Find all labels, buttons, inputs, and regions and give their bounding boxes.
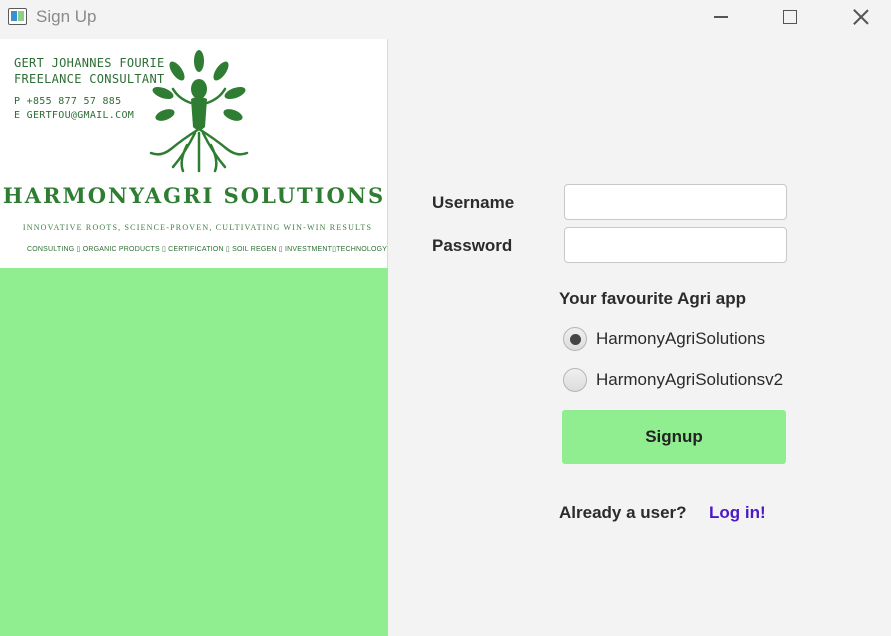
close-icon	[853, 9, 869, 25]
signup-button[interactable]: Signup	[562, 410, 786, 464]
window-title: Sign Up	[36, 7, 97, 26]
title-bar: Sign Up	[0, 0, 891, 34]
radio-option-label[interactable]: HarmonyAgriSolutions	[596, 329, 765, 349]
contact-phone: P +855 877 57 885	[14, 96, 122, 107]
services-list: CONSULTING ▯ ORGANIC PRODUCTS ▯ CERTIFIC…	[27, 246, 388, 253]
contact-name: GERT JOHANNES FOURIE	[14, 56, 165, 70]
radio-option-harmonyagrisolutions[interactable]: HarmonyAgriSolutions	[563, 327, 765, 351]
contact-role: FREELANCE CONSULTANT	[14, 72, 165, 86]
company-tagline: INNOVATIVE ROOTS, SCIENCE-PROVEN, CULTIV…	[22, 223, 373, 232]
company-name: HARMONYAGRI SOLUTIONS	[2, 183, 386, 208]
app-window-icon	[8, 8, 27, 25]
minimize-button[interactable]	[698, 0, 744, 34]
already-user-text: Already a user?	[559, 503, 687, 522]
radio-option-harmonyagrisolutionsv2[interactable]: HarmonyAgriSolutionsv2	[563, 368, 783, 392]
branding-panel: GERT JOHANNES FOURIE FREELANCE CONSULTAN…	[0, 39, 388, 636]
minimize-icon	[714, 16, 728, 18]
maximize-icon	[783, 10, 797, 24]
favourite-app-heading: Your favourite Agri app	[559, 289, 747, 308]
radio-button-selected[interactable]	[563, 327, 587, 351]
username-input[interactable]	[564, 184, 787, 220]
close-button[interactable]	[838, 0, 884, 34]
password-label: Password	[432, 236, 513, 255]
business-card-banner: GERT JOHANNES FOURIE FREELANCE CONSULTAN…	[0, 39, 388, 268]
username-label: Username	[432, 193, 515, 212]
maximize-button[interactable]	[767, 0, 813, 34]
radio-option-label[interactable]: HarmonyAgriSolutionsv2	[596, 370, 783, 390]
radio-selected-dot	[569, 333, 581, 345]
password-input[interactable]	[564, 227, 787, 263]
login-link[interactable]: Log in!	[709, 503, 766, 523]
radio-button-unselected[interactable]	[563, 368, 587, 392]
contact-email: E GERTFOU@GMAIL.COM	[14, 110, 135, 121]
tree-of-life-logo-icon	[149, 50, 249, 173]
